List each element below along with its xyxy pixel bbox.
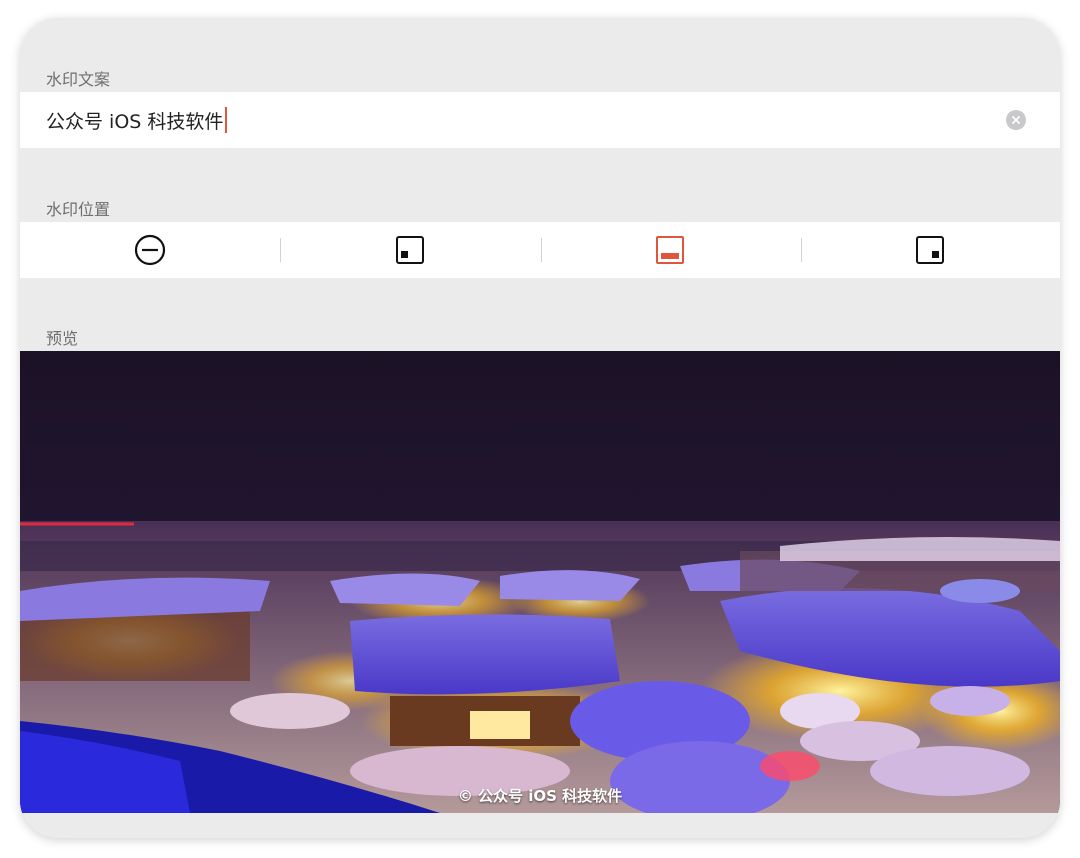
preview-section-label: 预览	[46, 329, 79, 348]
position-bottom-center-icon	[656, 236, 684, 264]
position-bottom-right-icon	[916, 236, 944, 264]
watermark-settings-panel: 水印文案 公众号 iOS 科技软件 水印位置 预览 © 公众号 iOS 科技软件	[20, 18, 1060, 838]
watermark-position-selector	[20, 222, 1060, 278]
watermark-text-section-label: 水印文案	[46, 70, 111, 89]
position-option-none[interactable]	[20, 222, 280, 278]
no-watermark-icon	[134, 234, 166, 266]
text-caret	[225, 107, 228, 133]
position-option-bottom-right[interactable]	[800, 222, 1060, 278]
clear-text-button[interactable]	[1006, 110, 1026, 130]
clear-icon	[1012, 116, 1020, 124]
watermark-text-field[interactable]: 公众号 iOS 科技软件	[46, 106, 228, 134]
preview-image: © 公众号 iOS 科技软件	[20, 351, 1060, 813]
position-bottom-left-icon	[396, 236, 424, 264]
position-option-bottom-center[interactable]	[540, 222, 800, 278]
watermark-position-section-label: 水印位置	[46, 200, 111, 219]
snow-village-night-photo	[20, 351, 1060, 813]
watermark-text-value: 公众号 iOS 科技软件	[46, 110, 224, 133]
watermark-text-row[interactable]: 公众号 iOS 科技软件	[20, 92, 1060, 148]
position-option-bottom-left[interactable]	[280, 222, 540, 278]
preview-watermark-text: © 公众号 iOS 科技软件	[457, 787, 623, 805]
